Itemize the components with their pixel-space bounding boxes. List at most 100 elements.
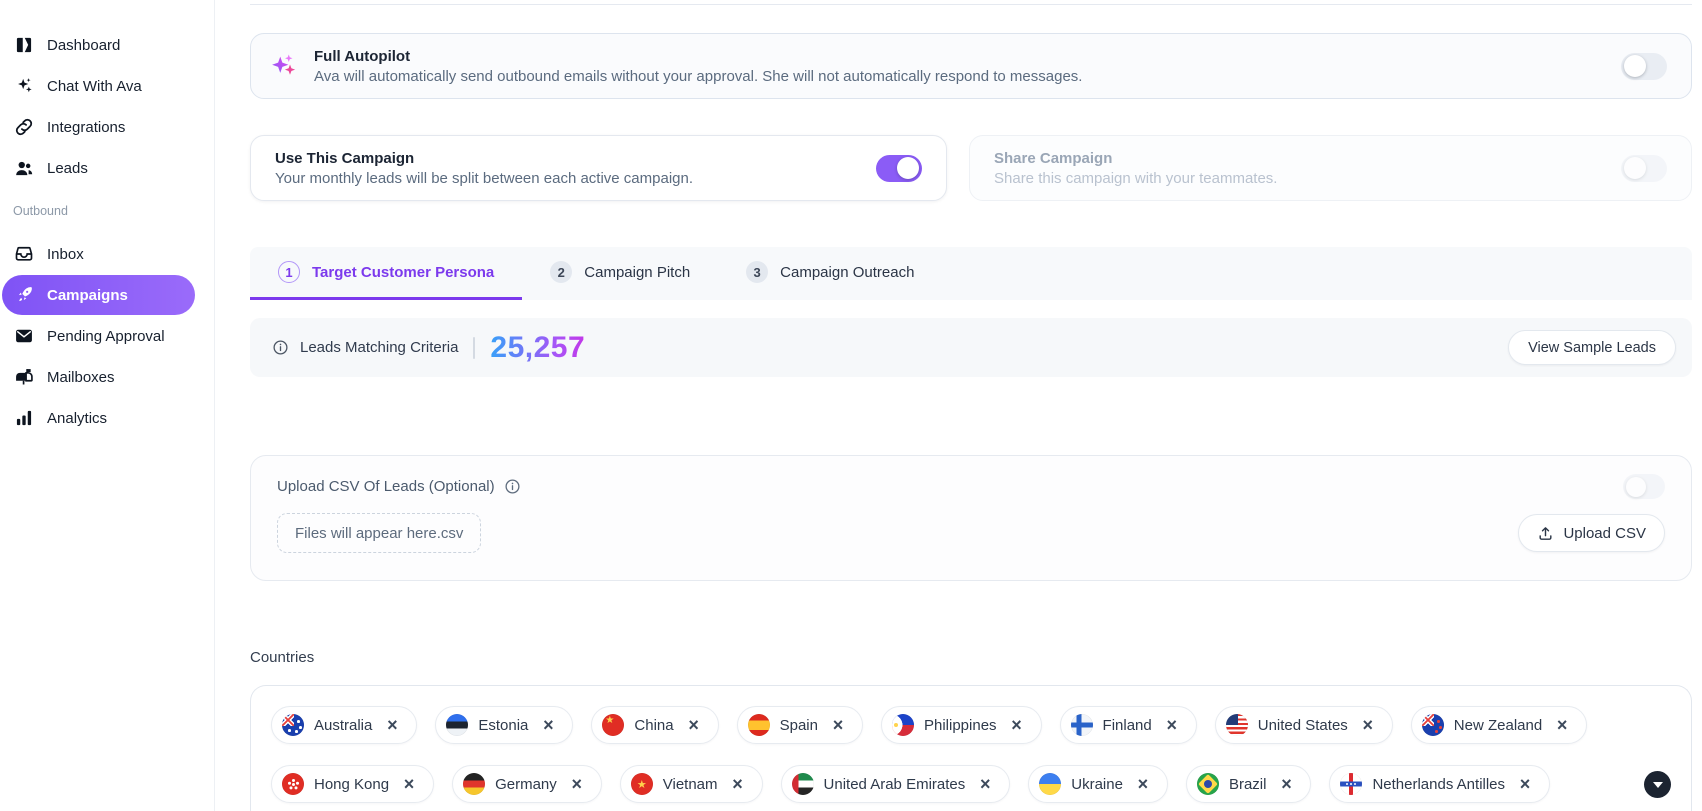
sidebar-item-chat-with-ava[interactable]: Chat With Ava bbox=[2, 66, 195, 106]
australia-flag-icon bbox=[282, 714, 304, 736]
upload-header-row: Upload CSV Of Leads (Optional) bbox=[277, 474, 1665, 499]
hong-kong-flag-icon bbox=[282, 773, 304, 795]
sidebar-item-leads[interactable]: Leads bbox=[2, 148, 195, 188]
sidebar-item-label: Pending Approval bbox=[47, 327, 165, 345]
tab-campaign-outreach[interactable]: 3 Campaign Outreach bbox=[718, 247, 942, 300]
sidebar-item-label: Integrations bbox=[47, 118, 126, 136]
country-name: Estonia bbox=[478, 716, 529, 734]
country-name: United Arab Emirates bbox=[823, 775, 966, 793]
country-name: Netherlands Antilles bbox=[1372, 775, 1506, 793]
remove-country-button[interactable] bbox=[399, 773, 419, 795]
country-name: China bbox=[634, 716, 674, 734]
toggle-knob bbox=[1624, 55, 1646, 77]
country-chip-ukraine: Ukraine bbox=[1028, 765, 1168, 803]
toggle-knob bbox=[1626, 476, 1646, 497]
sidebar-main-nav: Dashboard Chat With Ava Integrations Leads bbox=[0, 25, 214, 188]
country-chip-united-arab-emirates: United Arab Emirates bbox=[780, 765, 1011, 803]
use-campaign-toggle[interactable] bbox=[876, 154, 922, 182]
tab-label: Campaign Outreach bbox=[780, 263, 915, 281]
dashboard-icon bbox=[14, 35, 34, 55]
inbox-icon bbox=[14, 244, 34, 264]
germany-flag-icon bbox=[463, 773, 486, 795]
toggle-knob bbox=[897, 157, 919, 179]
sidebar-item-pending-approval[interactable]: Pending Approval bbox=[2, 316, 195, 356]
leads-matching-label: Leads Matching Criteria bbox=[300, 339, 459, 356]
upload-body-row: Files will appear here.csv Upload CSV bbox=[277, 513, 1665, 553]
country-chip-brazil: Brazil bbox=[1185, 765, 1312, 803]
remove-country-button[interactable] bbox=[567, 773, 587, 795]
country-name: New Zealand bbox=[1453, 716, 1543, 734]
sidebar-item-campaigns[interactable]: Campaigns bbox=[2, 275, 195, 315]
remove-country-button[interactable] bbox=[1133, 773, 1153, 795]
tab-number-badge: 2 bbox=[550, 261, 573, 283]
upload-csv-title: Upload CSV Of Leads (Optional) bbox=[277, 478, 495, 495]
china-flag-icon bbox=[602, 714, 625, 736]
sidebar-item-mailboxes[interactable]: Mailboxes bbox=[2, 357, 195, 397]
sidebar-item-analytics[interactable]: Analytics bbox=[2, 398, 195, 438]
share-campaign-title: Share Campaign bbox=[994, 149, 1113, 167]
country-chip-hong-kong: Hong Kong bbox=[271, 765, 435, 803]
tab-label: Target Customer Persona bbox=[312, 263, 495, 281]
autopilot-title: Full Autopilot bbox=[314, 47, 411, 65]
estonia-flag-icon bbox=[446, 714, 469, 736]
countries-selector: Australia Estonia China Spain Philippines Fin… bbox=[250, 685, 1692, 811]
share-campaign-description: Share this campaign with your teammates. bbox=[994, 169, 1278, 187]
philippines-flag-icon bbox=[891, 714, 914, 736]
country-name: United States bbox=[1257, 716, 1348, 734]
country-chip-germany: Germany bbox=[452, 765, 602, 803]
remove-country-button[interactable] bbox=[1358, 714, 1378, 736]
remove-country-button[interactable] bbox=[728, 773, 748, 795]
tab-number-badge: 1 bbox=[278, 261, 300, 283]
remove-country-button[interactable] bbox=[1276, 773, 1296, 795]
sidebar-item-dashboard[interactable]: Dashboard bbox=[2, 25, 195, 65]
view-sample-leads-button[interactable]: View Sample Leads bbox=[1508, 330, 1676, 365]
users-icon bbox=[14, 158, 34, 178]
remove-country-button[interactable] bbox=[1515, 773, 1535, 795]
country-chip-new-zealand: New Zealand bbox=[1410, 706, 1588, 744]
use-this-campaign-card: Use This Campaign Your monthly leads wil… bbox=[250, 135, 947, 201]
share-campaign-toggle[interactable] bbox=[1621, 154, 1667, 182]
use-campaign-description: Your monthly leads will be split between… bbox=[275, 169, 694, 187]
autopilot-text: Full Autopilot Ava will automatically se… bbox=[314, 48, 1082, 85]
chart-icon bbox=[14, 408, 34, 428]
remove-country-button[interactable] bbox=[684, 714, 704, 736]
mailbox-icon bbox=[14, 367, 34, 387]
upload-csv-button[interactable]: Upload CSV bbox=[1518, 514, 1665, 552]
country-name: Vietnam bbox=[662, 775, 718, 793]
campaign-step-tabs: 1 Target Customer Persona 2 Campaign Pitch 3… bbox=[250, 247, 1692, 300]
united-states-flag-icon bbox=[1225, 714, 1248, 736]
country-name: Brazil bbox=[1228, 775, 1267, 793]
country-chip-spain: Spain bbox=[736, 706, 863, 744]
remove-country-button[interactable] bbox=[1007, 714, 1027, 736]
sidebar-item-label: Mailboxes bbox=[47, 368, 115, 386]
remove-country-button[interactable] bbox=[975, 773, 995, 795]
country-name: Finland bbox=[1102, 716, 1152, 734]
autopilot-toggle[interactable] bbox=[1621, 52, 1667, 80]
upload-csv-toggle[interactable] bbox=[1623, 474, 1665, 499]
sidebar-item-label: Chat With Ava bbox=[47, 77, 142, 95]
expand-countries-button[interactable] bbox=[1644, 770, 1671, 798]
remove-country-button[interactable] bbox=[538, 714, 558, 736]
united-arab-emirates-flag-icon bbox=[791, 773, 814, 795]
country-name: Spain bbox=[779, 716, 818, 734]
divider bbox=[473, 336, 476, 359]
tab-campaign-pitch[interactable]: 2 Campaign Pitch bbox=[522, 247, 718, 300]
sidebar-outbound-nav: Inbox Campaigns Pending Approval Mailboxes A… bbox=[0, 234, 214, 438]
remove-country-button[interactable] bbox=[1552, 714, 1572, 736]
info-icon bbox=[504, 478, 521, 495]
country-chip-vietnam: Vietnam bbox=[619, 765, 763, 803]
tab-target-customer-persona[interactable]: 1 Target Customer Persona bbox=[250, 247, 523, 300]
upload-icon bbox=[1537, 525, 1554, 542]
leads-matching-bar: Leads Matching Criteria 25,257 View Samp… bbox=[250, 318, 1692, 377]
sidebar-item-inbox[interactable]: Inbox bbox=[2, 234, 195, 274]
remove-country-button[interactable] bbox=[382, 714, 402, 736]
rocket-icon bbox=[14, 285, 34, 305]
upload-csv-card: Upload CSV Of Leads (Optional) Files wil… bbox=[250, 455, 1692, 581]
ukraine-flag-icon bbox=[1039, 773, 1062, 795]
mail-icon bbox=[14, 326, 34, 346]
remove-country-button[interactable] bbox=[1162, 714, 1182, 736]
sidebar-item-label: Inbox bbox=[47, 245, 84, 263]
sidebar-item-integrations[interactable]: Integrations bbox=[2, 107, 195, 147]
remove-country-button[interactable] bbox=[828, 714, 848, 736]
sparkles-icon bbox=[14, 76, 34, 96]
